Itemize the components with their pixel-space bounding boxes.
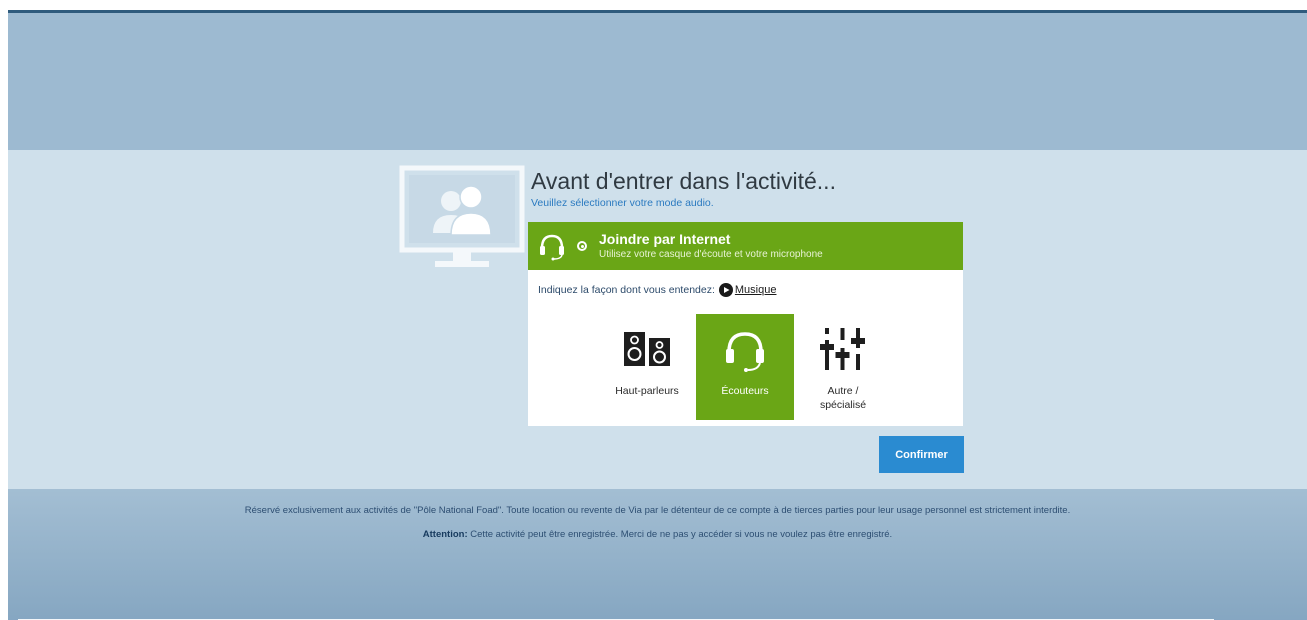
device-speakers[interactable]: Haut-parleurs [598, 314, 696, 420]
internet-audio-option[interactable]: Joindre par Internet Utilisez votre casq… [528, 222, 963, 270]
attention-text: Cette activité peut être enregistrée. Me… [470, 529, 893, 540]
equalizer-icon [820, 328, 865, 370]
speakers-icon [624, 332, 670, 366]
confirm-button[interactable]: Confirmer [879, 436, 964, 473]
legal-notice: Réservé exclusivement aux activités de "… [244, 505, 1071, 516]
internet-radio-button[interactable] [577, 241, 587, 251]
device-label: Autre / spécialisé [794, 384, 892, 412]
option-title: Joindre par Internet [599, 231, 731, 247]
attention-notice: Attention: Cette activité peut être enre… [8, 529, 1307, 540]
headset-icon [540, 234, 564, 261]
device-label-line2: spécialisé [819, 399, 867, 411]
play-icon[interactable] [718, 283, 733, 297]
page-subtitle: Veuillez sélectionner votre mode audio. [531, 197, 714, 209]
option-subtitle: Utilisez votre casque d'écoute et votre … [599, 249, 823, 260]
music-test-link[interactable]: Musique [735, 284, 777, 296]
audio-setup-section: Avant d'entrer dans l'activité... Veuill… [8, 150, 1307, 489]
device-label: Haut-parleurs [615, 385, 679, 397]
top-banner [8, 13, 1307, 150]
audio-mode-panel: Joindre par Internet Utilisez votre casq… [528, 222, 963, 426]
footer: Réservé exclusivement aux activités de "… [8, 489, 1307, 620]
attention-label: Attention: [422, 529, 468, 540]
device-label: Écouteurs [721, 385, 769, 397]
hearing-prompt: Indiquez la façon dont vous entendez: [538, 284, 715, 296]
headphones-icon [726, 332, 764, 372]
device-headphones[interactable]: Écouteurs [696, 314, 794, 420]
app-window: Avant d'entrer dans l'activité... Veuill… [8, 10, 1307, 620]
page-title: Avant d'entrer dans l'activité... [531, 168, 836, 194]
device-label-line1: Autre / [827, 385, 859, 397]
device-other-specialized[interactable]: Autre / spécialisé [794, 314, 892, 420]
monitor-users-icon [399, 165, 525, 267]
hearing-prompt-row: Indiquez la façon dont vous entendez: Mu… [538, 283, 776, 297]
